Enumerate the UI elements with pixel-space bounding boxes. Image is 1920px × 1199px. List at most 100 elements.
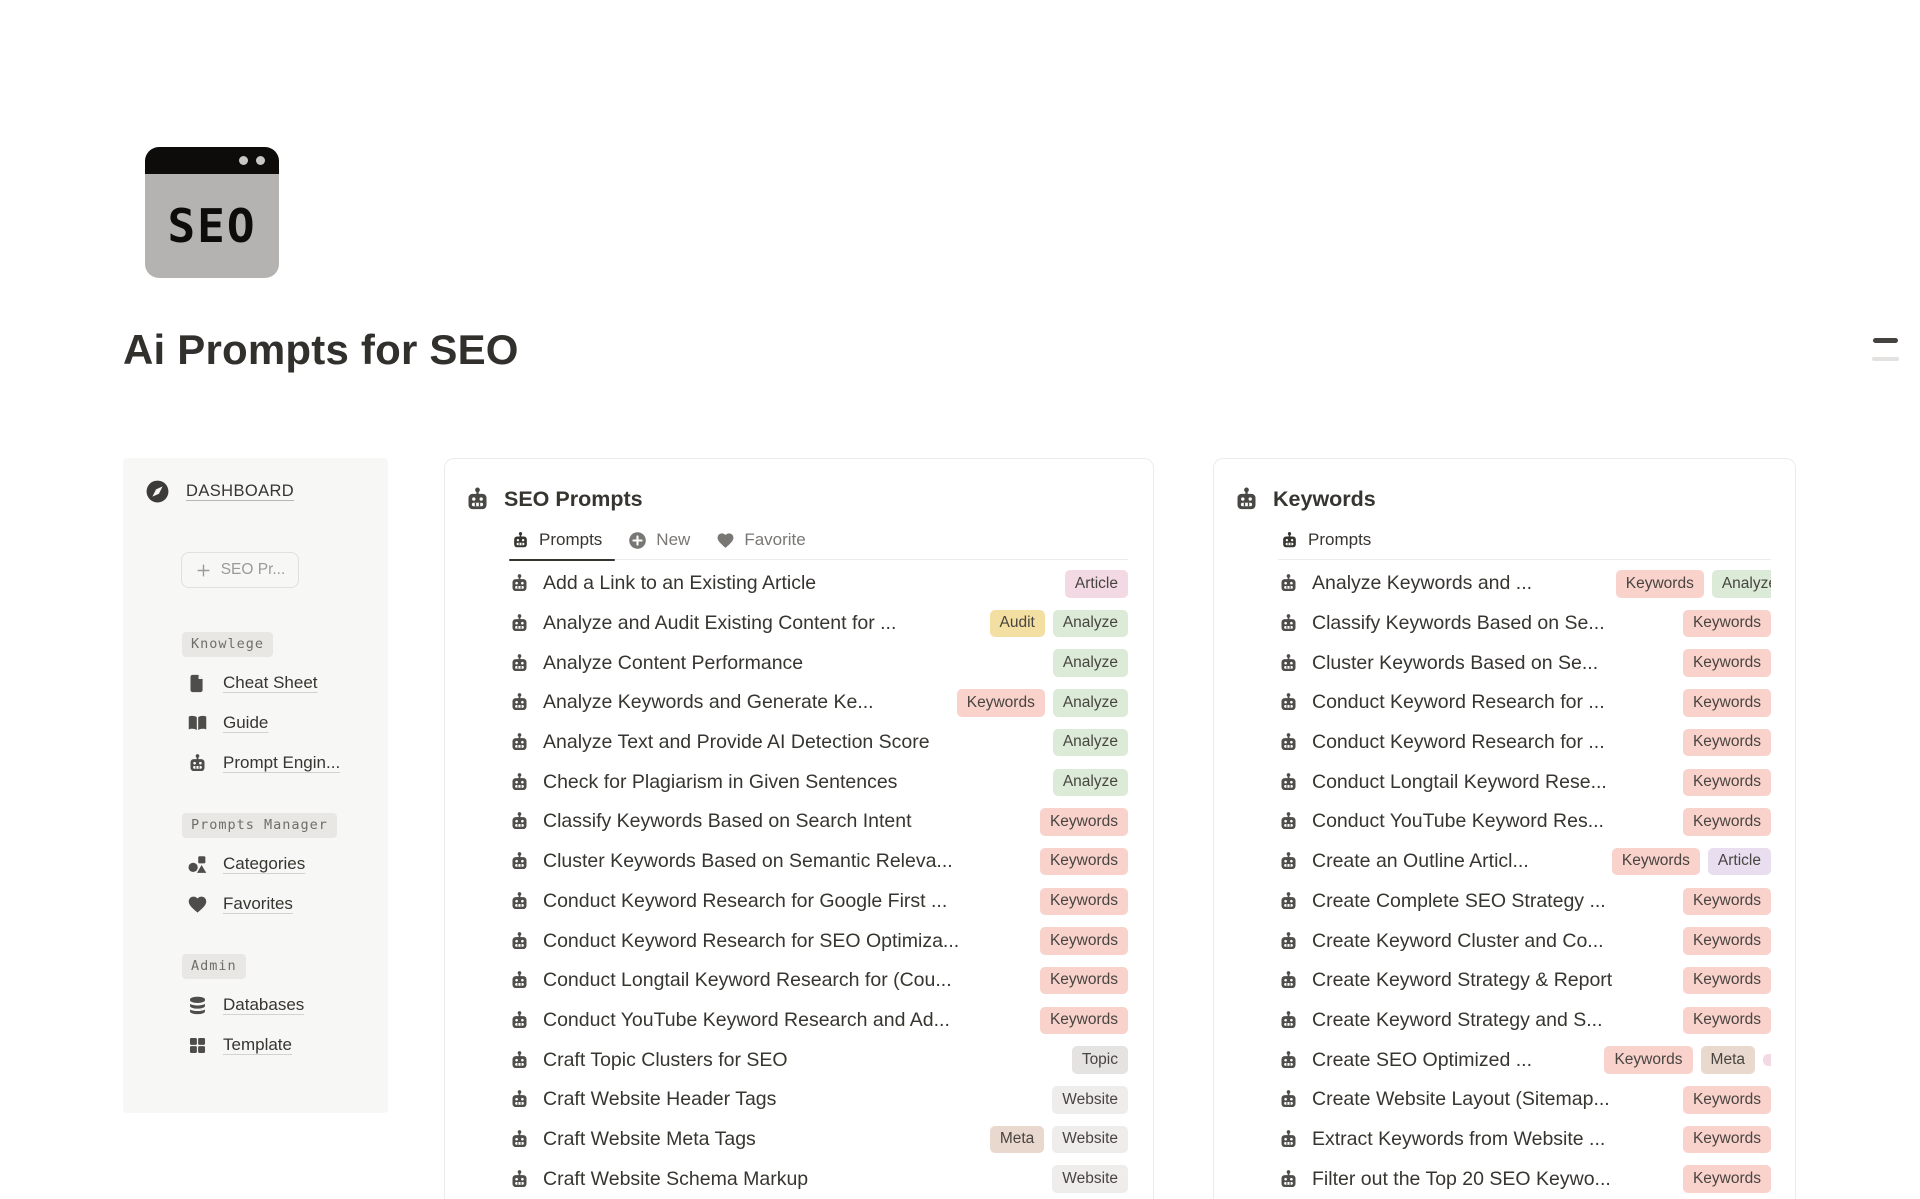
prompt-title: Conduct Keyword Research for ...	[1312, 691, 1605, 714]
prompt-tags: Keywords	[1683, 769, 1771, 797]
sidebar-item-categories[interactable]: Categories	[187, 844, 388, 884]
prompt-row[interactable]: Cluster Keywords Based on Semantic Relev…	[509, 842, 1128, 882]
prompt-row[interactable]: Create Website Layout (Sitemap...Keyword…	[1278, 1080, 1771, 1120]
prompt-row[interactable]: Conduct YouTube Keyword Res...Keywords	[1278, 802, 1771, 842]
prompt-row[interactable]: Extract Keywords from Website ...Keyword…	[1278, 1120, 1771, 1160]
prompt-title: Cluster Keywords Based on Semantic Relev…	[543, 850, 953, 873]
tab-new[interactable]: New	[615, 530, 703, 559]
tab-favorite[interactable]: Favorite	[703, 530, 818, 559]
prompt-tags: Analyze	[1053, 649, 1128, 677]
prompt-row[interactable]: Analyze Keywords and ... KeywordsAnalyze	[1278, 564, 1771, 604]
prompt-row[interactable]: Craft Website Meta TagsMetaWebsite	[509, 1120, 1128, 1160]
sidebar-item-guide[interactable]: Guide	[187, 703, 388, 743]
robot-icon	[511, 531, 530, 550]
prompt-row[interactable]: Classify Keywords Based on Se...Keywords	[1278, 604, 1771, 644]
robot-icon	[1278, 891, 1299, 912]
sidebar-item-template[interactable]: Template	[187, 1025, 388, 1065]
prompt-row[interactable]: Analyze Keywords and Generate Ke...Keywo…	[509, 683, 1128, 723]
prompt-row[interactable]: Create Keyword Cluster and Co...Keywords	[1278, 921, 1771, 961]
sidebar-item-prompt-engin[interactable]: Prompt Engin...	[187, 743, 388, 783]
sidebar-section-items: Categories Favorites	[145, 844, 388, 924]
page-title: Ai Prompts for SEO	[123, 326, 519, 374]
section-badge: Knowlege	[182, 632, 273, 657]
prompt-tags: KeywordsAnalyze	[1616, 570, 1771, 598]
sidebar-item-databases[interactable]: Databases	[187, 985, 388, 1025]
robot-icon	[509, 851, 530, 872]
prompt-row[interactable]: Create an Outline Articl...KeywordsArtic…	[1278, 842, 1771, 882]
tag-article: Article	[1708, 848, 1771, 876]
prompt-tags: Keywords	[1683, 888, 1771, 916]
prompt-row[interactable]: Filter out the Top 20 SEO Keywo... Keywor…	[1278, 1159, 1771, 1199]
prompt-row[interactable]: Craft Website Schema MarkupWebsite	[509, 1159, 1128, 1199]
prompt-row[interactable]: Conduct Keyword Research for ... Keywords	[1278, 683, 1771, 723]
tag-website: Website	[1052, 1165, 1128, 1193]
prompt-tags: KeywordsArticle	[1612, 848, 1771, 876]
tag-audit: Audit	[990, 610, 1045, 638]
tag-topic: Topic	[1072, 1046, 1128, 1074]
prompt-row[interactable]: Craft Website Header TagsWebsite	[509, 1080, 1128, 1120]
prompt-row[interactable]: Create SEO Optimized ...KeywordsMeta	[1278, 1040, 1771, 1080]
prompt-row[interactable]: Conduct Longtail Keyword Rese...Keywords	[1278, 762, 1771, 802]
minimize-dash-icon[interactable]	[1873, 338, 1898, 343]
prompt-row[interactable]: Classify Keywords Based on Search Intent…	[509, 802, 1128, 842]
tag-keywords: Keywords	[1683, 649, 1771, 677]
prompt-row[interactable]: Conduct Longtail Keyword Research for (C…	[509, 961, 1128, 1001]
prompt-tags: Analyze	[1053, 769, 1128, 797]
heart-icon	[187, 894, 208, 915]
prompt-row[interactable]: Create Keyword Strategy & ReportKeywords	[1278, 961, 1771, 1001]
prompt-title: Conduct Keyword Research for SEO Optimiz…	[543, 930, 959, 953]
prompt-row[interactable]: Add a Link to an Existing ArticleArticle	[509, 564, 1128, 604]
document-icon	[187, 673, 208, 694]
keywords-card-header[interactable]: Keywords	[1233, 484, 1795, 514]
sidebar-item-favorites[interactable]: Favorites	[187, 884, 388, 924]
sidebar-item-label: Guide	[223, 713, 268, 733]
prompt-title: Analyze Keywords and Generate Ke...	[543, 691, 874, 714]
prompt-row[interactable]: Conduct YouTube Keyword Research and Ad.…	[509, 1001, 1128, 1041]
tab-prompts[interactable]: Prompts	[509, 530, 615, 559]
prompt-row[interactable]: Analyze Text and Provide AI Detection Sc…	[509, 723, 1128, 763]
sidebar-section-items: DatabasesTemplate	[145, 985, 388, 1065]
robot-icon	[187, 753, 208, 774]
robot-icon	[1278, 811, 1299, 832]
sidebar-header[interactable]: DASHBOARD	[145, 478, 388, 504]
tag-sliver	[1763, 1054, 1771, 1066]
prompt-title: Conduct Keyword Research for ...	[1312, 731, 1605, 754]
prompt-row[interactable]: Conduct Keyword Research for Google Firs…	[509, 882, 1128, 922]
robot-icon	[1278, 851, 1299, 872]
tab-prompts[interactable]: Prompts	[1278, 530, 1384, 559]
sidebar-item-label: Categories	[223, 854, 305, 874]
tag-keywords: Keywords	[1683, 927, 1771, 955]
prompt-row[interactable]: Analyze and Audit Existing Content for .…	[509, 604, 1128, 644]
sidebar-header-label[interactable]: DASHBOARD	[186, 482, 294, 501]
prompt-row[interactable]: Conduct Keyword Research for SEO Optimiz…	[509, 921, 1128, 961]
prompt-tags: Keywords	[1683, 689, 1771, 717]
prompt-tags: Keywords	[1683, 808, 1771, 836]
prompt-tags: Website	[1052, 1086, 1128, 1114]
prompt-row[interactable]: Check for Plagiarism in Given SentencesA…	[509, 762, 1128, 802]
seo-prompts-card-header[interactable]: SEO Prompts	[464, 484, 1153, 514]
new-seo-prompt-button[interactable]: SEO Pr...	[181, 552, 299, 588]
seo-prompts-card: SEO Prompts PromptsNewFavorite Add a Lin…	[444, 458, 1154, 1199]
prompt-row[interactable]: Create Complete SEO Strategy ...Keywords	[1278, 882, 1771, 922]
sidebar-sections: KnowlegeCheat SheetGuidePrompt Engin...P…	[145, 632, 388, 1065]
prompt-title: Filter out the Top 20 SEO Keywo...	[1312, 1168, 1611, 1191]
robot-icon	[1278, 1169, 1299, 1190]
robot-icon	[509, 732, 530, 753]
heart-icon	[716, 531, 735, 550]
prompt-tags: Analyze	[1053, 729, 1128, 757]
prompt-row[interactable]: Analyze Content PerformanceAnalyze	[509, 643, 1128, 683]
prompt-title: Conduct Keyword Research for Google Firs…	[543, 890, 947, 913]
prompt-row[interactable]: Create Keyword Strategy and S...Keywords	[1278, 1001, 1771, 1041]
robot-icon	[509, 1089, 530, 1110]
sidebar-item-cheat-sheet[interactable]: Cheat Sheet	[187, 663, 388, 703]
prompt-title: Analyze Keywords and ...	[1312, 572, 1532, 595]
tag-keywords: Keywords	[1683, 1165, 1771, 1193]
robot-icon	[509, 692, 530, 713]
prompt-tags: Keywords	[1040, 967, 1128, 995]
robot-icon	[1278, 1129, 1299, 1150]
prompt-row[interactable]: Conduct Keyword Research for ...Keywords	[1278, 723, 1771, 763]
robot-icon	[509, 811, 530, 832]
prompt-tags: Keywords	[1683, 927, 1771, 955]
prompt-row[interactable]: Cluster Keywords Based on Se...Keywords	[1278, 643, 1771, 683]
prompt-row[interactable]: Craft Topic Clusters for SEOTopic	[509, 1040, 1128, 1080]
